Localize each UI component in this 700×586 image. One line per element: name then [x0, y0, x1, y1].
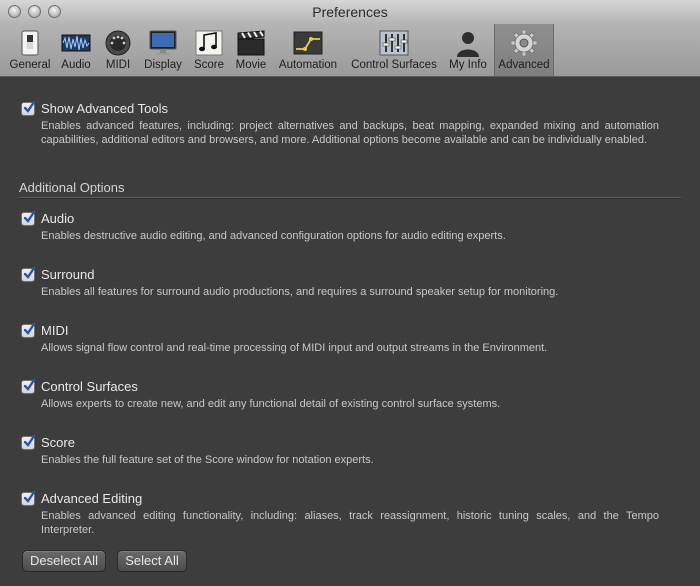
option-surround: Surround Enables all features for surrou… — [21, 266, 661, 301]
general-switch-icon — [21, 30, 39, 56]
toolbar-tab-general[interactable]: General — [7, 24, 53, 76]
option-control-surfaces: Control Surfaces Allows experts to creat… — [21, 378, 661, 413]
checkmark-icon — [23, 266, 36, 279]
automation-curve-icon — [293, 31, 323, 55]
toolbar-tab-audio[interactable]: Audio — [56, 24, 96, 76]
toolbar-tab-label: Advanced — [498, 59, 550, 71]
toolbar-tab-score[interactable]: Score — [190, 24, 228, 76]
toolbar-tab-label: My Info — [449, 59, 487, 71]
option-description: Allows experts to create new, and edit a… — [41, 398, 501, 410]
title-bar: Preferences — [0, 0, 700, 24]
surround-checkbox[interactable] — [21, 266, 36, 282]
toolbar-tab-label: Audio — [61, 59, 91, 71]
monitor-icon — [149, 30, 177, 55]
checkmark-icon — [23, 490, 36, 503]
toolbar-tab-label: MIDI — [105, 59, 131, 71]
toolbar-tab-movie[interactable]: Movie — [232, 24, 270, 76]
option-midi: MIDI Allows signal flow control and real… — [21, 322, 661, 357]
show-advanced-tools-option: Show Advanced Tools Enables advanced fea… — [21, 100, 661, 161]
option-description: Enables the full feature set of the Scor… — [41, 454, 374, 466]
midi-checkbox[interactable] — [21, 322, 36, 338]
toolbar-tab-automation[interactable]: Automation — [275, 24, 341, 76]
toolbar-tab-midi[interactable]: MIDI — [99, 24, 137, 76]
section-divider — [19, 197, 681, 199]
gear-icon — [510, 29, 538, 57]
option-audio: Audio Enables destructive audio editing,… — [21, 210, 661, 245]
toolbar-tab-my-info[interactable]: My Info — [445, 24, 491, 76]
option-description: Allows signal flow control and real-time… — [41, 342, 548, 354]
option-label: Surround — [41, 267, 95, 282]
toolbar-tab-label: Display — [144, 59, 182, 71]
section-title: Additional Options — [19, 180, 125, 195]
toolbar-tab-label: General — [9, 59, 51, 71]
option-label: Score — [41, 435, 75, 450]
control-surfaces-checkbox[interactable] — [21, 378, 36, 394]
toolbar-tab-label: Control Surfaces — [351, 59, 437, 71]
faders-icon — [379, 30, 409, 56]
toolbar-tab-label: Movie — [235, 59, 267, 71]
clapperboard-icon — [237, 30, 265, 56]
toolbar-tab-control-surfaces[interactable]: Control Surfaces — [347, 24, 441, 76]
option-label: MIDI — [41, 323, 69, 338]
deselect-all-button[interactable]: Deselect All — [22, 550, 106, 572]
option-score: Score Enables the full feature set of th… — [21, 434, 661, 469]
option-advanced-editing: Advanced Editing Enables advanced editin… — [21, 490, 661, 539]
midi-connector-icon — [105, 30, 131, 56]
advanced-preferences-pane: Show Advanced Tools Enables advanced fea… — [0, 77, 700, 586]
checkmark-icon — [23, 100, 36, 113]
option-description: Enables advanced features, including: pr… — [41, 120, 659, 146]
toolbar-tab-advanced[interactable]: Advanced — [494, 24, 554, 76]
advanced-editing-checkbox[interactable] — [21, 490, 36, 506]
audio-waveform-icon — [61, 34, 91, 52]
option-description: Enables all features for surround audio … — [41, 286, 559, 298]
option-description: Enables advanced editing functionality, … — [41, 510, 659, 536]
person-silhouette-icon — [457, 32, 479, 57]
option-label: Audio — [41, 211, 75, 226]
window-title: Preferences — [312, 4, 388, 20]
option-label: Control Surfaces — [41, 379, 138, 394]
audio-checkbox[interactable] — [21, 210, 36, 226]
checkmark-icon — [23, 434, 36, 447]
checkmark-icon — [23, 210, 36, 223]
preferences-window: Preferences General Audio MIDI Display S… — [0, 0, 700, 586]
select-all-button[interactable]: Select All — [117, 550, 187, 572]
option-label: Advanced Editing — [41, 491, 143, 506]
music-notes-icon — [195, 30, 223, 56]
toolbar-tab-display[interactable]: Display — [141, 24, 185, 76]
show-advanced-tools-checkbox[interactable] — [21, 100, 36, 116]
toolbar-tab-label: Score — [193, 59, 225, 71]
toolbar-tab-label: Automation — [278, 59, 338, 71]
option-label: Show Advanced Tools — [41, 101, 168, 116]
checkmark-icon — [23, 378, 36, 391]
option-description: Enables destructive audio editing, and a… — [41, 230, 506, 242]
preferences-toolbar: General Audio MIDI Display Score Movie A… — [0, 24, 700, 77]
score-checkbox[interactable] — [21, 434, 36, 450]
checkmark-icon — [23, 322, 36, 335]
